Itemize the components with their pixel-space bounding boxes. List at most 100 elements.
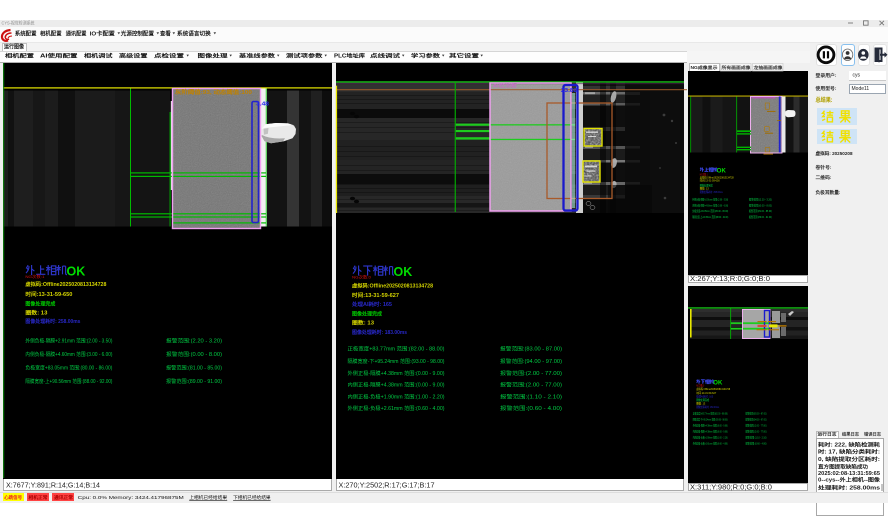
svg-text:外侧正极-隔膜+4.38mm 范围:(0.00 - 9.00: 外侧正极-隔膜+4.38mm 范围:(0.00 - 9.00)	[693, 424, 728, 428]
svg-text:基准线参数: 基准线参数	[238, 52, 277, 59]
svg-text:报警范围:(2.00 - 77.00): 报警范围:(2.00 - 77.00)	[500, 381, 562, 388]
svg-text:图像处理完成: 图像处理完成	[25, 300, 55, 307]
svg-text:虚拟码:Offline2025020813134728: 虚拟码:Offline2025020813134728	[352, 282, 433, 289]
svg-text:报警范围:(81.00 - 85.00): 报警范围:(81.00 - 85.00)	[166, 365, 222, 372]
svg-text:报警范围:(94.00 - 97.00): 报警范围:(94.00 - 97.00)	[746, 418, 767, 422]
svg-text:通讯正常: 通讯正常	[54, 494, 74, 501]
svg-text:报警范围:(2.20 - 3.20): 报警范围:(2.20 - 3.20)	[166, 338, 222, 345]
svg-text:测试项参数: 测试项参数	[286, 52, 324, 59]
svg-text:报警范围:(2.00 - 77.00): 报警范围:(2.00 - 77.00)	[746, 430, 767, 434]
svg-text:内侧正极-负极+1.90mm 范围:(1.00 - 2.20: 内侧正极-负极+1.90mm 范围:(1.00 - 2.20)	[693, 436, 728, 440]
svg-text:NG成像显示: NG成像显示	[691, 64, 719, 71]
svg-text:相机配置: 相机配置	[40, 29, 62, 37]
svg-text:X:311;Y:980;R:0;G:0;B:0: X:311;Y:980;R:0;G:0;B:0	[690, 484, 772, 491]
svg-text:内侧正极-负极+1.90mm 范围:(1.00 - 2.20: 内侧正极-负极+1.90mm 范围:(1.00 - 2.20)	[348, 393, 445, 400]
svg-text:外侧负极-隔膜+2.91mm 范围:(2.00 - 3.50: 外侧负极-隔膜+2.91mm 范围:(2.00 - 3.50)	[692, 198, 728, 202]
svg-text:报警范围:(0.60 - 4.00): 报警范围:(0.60 - 4.00)	[500, 405, 562, 412]
svg-text:图像处理耗时: 183.00ms: 图像处理耗时: 183.00ms	[352, 329, 407, 336]
svg-text:内侧负极-隔膜+4.60mm 范围:(3.00 - 6.00: 内侧负极-隔膜+4.60mm 范围:(3.00 - 6.00)	[25, 351, 112, 358]
svg-text:结果日志: 结果日志	[842, 431, 860, 438]
svg-text:外侧正极-负极+2.61mm 范围:(0.60 - 4.00: 外侧正极-负极+2.61mm 范围:(0.60 - 4.00)	[693, 442, 728, 446]
svg-text:NG次数:0: NG次数:0	[352, 273, 372, 279]
svg-text:二维码:: 二维码:	[816, 174, 832, 181]
svg-text:23.80: 23.80	[561, 88, 577, 94]
svg-text:点线调试: 点线调试	[370, 52, 400, 59]
svg-text:相机配置: 相机配置	[5, 52, 34, 59]
svg-text:报警范围:(0.00 - 8.00): 报警范围:(0.00 - 8.00)	[166, 351, 222, 358]
svg-text:高级设置: 高级设置	[119, 52, 148, 59]
svg-text:OK: OK	[394, 265, 413, 279]
svg-text:cys: cys	[853, 73, 861, 79]
svg-text:报警范围:(1.10 - 2.10): 报警范围:(1.10 - 2.10)	[500, 393, 562, 400]
svg-text:AI检测框: AI检测框	[493, 83, 517, 90]
svg-text:图像处理耗时: 258.00ms: 图像处理耗时: 258.00ms	[25, 318, 80, 325]
svg-text:图像处理: 图像处理	[198, 52, 228, 59]
svg-text:直方图提取缺陷成功: 直方图提取缺陷成功	[818, 464, 868, 471]
svg-text:使用型号:: 使用型号:	[814, 85, 836, 92]
svg-text:CYS-视觉检测系统: CYS-视觉检测系统	[2, 19, 35, 26]
svg-text:报警范围:(89.00 - 91.00): 报警范围:(89.00 - 91.00)	[749, 215, 772, 219]
svg-text:正极宽度+83.77mm 范围:(82.00 - 88.00: 正极宽度+83.77mm 范围:(82.00 - 88.00)	[348, 346, 445, 353]
svg-text:登录用户:: 登录用户:	[814, 72, 836, 79]
svg-text:运行日志: 运行日志	[818, 431, 838, 438]
svg-text:虚拟码:Offline2025020813134728: 虚拟码:Offline2025020813134728	[25, 281, 106, 288]
svg-text:内侧正极-隔膜+4.38mm 范围:(0.00 - 9.00: 内侧正极-隔膜+4.38mm 范围:(0.00 - 9.00)	[348, 381, 445, 388]
svg-text:圈数: 13: 圈数: 13	[352, 320, 374, 327]
svg-text:负极耳数量:: 负极耳数量:	[816, 189, 841, 196]
svg-text:报警范围:(89.00 - 91.00): 报警范围:(89.00 - 91.00)	[166, 378, 222, 385]
svg-text:报警范围:(2.00 - 77.00): 报警范围:(2.00 - 77.00)	[746, 424, 767, 428]
svg-text:点检设置: 点检设置	[154, 52, 184, 59]
svg-text:相机正常: 相机正常	[29, 494, 49, 501]
svg-text:隔膜宽度-下+95.24mm 范围:(93.00 - 98.: 隔膜宽度-下+95.24mm 范围:(93.00 - 98.00)	[693, 418, 728, 422]
svg-text:OK: OK	[67, 265, 86, 279]
svg-text:负极宽度+83.05mm 范围:(80.00 - 86.00: 负极宽度+83.05mm 范围:(80.00 - 86.00)	[25, 365, 112, 372]
svg-text:系统语言切换: 系统语言切换	[177, 29, 211, 37]
svg-text:相机调试: 相机调试	[84, 52, 113, 59]
svg-text:X:267;Y:13;R:0;G:0;B:0: X:267;Y:13;R:0;G:0;B:0	[690, 276, 770, 283]
svg-text:0, 缺陷提取分区耗时:: 0, 缺陷提取分区耗时:	[818, 456, 880, 463]
svg-text:0--cys--外上相机--图像: 0--cys--外上相机--图像	[818, 477, 881, 484]
svg-text:图像处理耗时: 258.00ms: 图像处理耗时: 258.00ms	[700, 190, 723, 194]
svg-text:报警范围:(1.10 - 2.10): 报警范围:(1.10 - 2.10)	[746, 436, 767, 440]
svg-text:卷针号:: 卷针号:	[815, 164, 832, 171]
svg-text:正极宽度+83.77mm 范围:(82.00 - 88.00: 正极宽度+83.77mm 范围:(82.00 - 88.00)	[693, 412, 728, 416]
svg-text:系统配置: 系统配置	[15, 29, 37, 37]
svg-text:图像处理完成: 图像处理完成	[352, 310, 382, 317]
svg-text:光源控制配置: 光源控制配置	[120, 29, 155, 37]
svg-text:心跳信号: 心跳信号	[4, 494, 22, 501]
svg-text:时间:13-31-59-650: 时间:13-31-59-650	[25, 291, 72, 298]
svg-text:Mode11: Mode11	[852, 86, 870, 92]
svg-text:报警范围:(2.00 - 77.00): 报警范围:(2.00 - 77.00)	[500, 370, 562, 377]
svg-text:通讯配置: 通讯配置	[66, 29, 87, 37]
svg-text:学习参数: 学习参数	[411, 52, 441, 59]
svg-text:2025:02:08-13:31:59:65: 2025:02:08-13:31:59:65	[818, 471, 880, 477]
svg-text:查看: 查看	[160, 29, 171, 37]
svg-text:外侧正极-负极+2.61mm 范围:(0.60 - 4.00: 外侧正极-负极+2.61mm 范围:(0.60 - 4.00)	[348, 405, 445, 412]
svg-text:处理AI耗时: 165: 处理AI耗时: 165	[351, 301, 392, 308]
svg-text:报警范围:(94.00 - 97.00): 报警范围:(94.00 - 97.00)	[500, 358, 562, 365]
svg-text:时间:13-31-59-627: 时间:13-31-59-627	[352, 292, 399, 299]
svg-text:PLC地址库: PLC地址库	[334, 52, 365, 59]
svg-text:X:270;Y:2502;R:17;G:17;B:17: X:270;Y:2502;R:17;G:17;B:17	[339, 482, 435, 489]
svg-text:时: 17, 缺陷分类耗时:: 时: 17, 缺陷分类耗时:	[818, 448, 880, 455]
svg-text:处理耗时: 258.00ms: 处理耗时: 258.00ms	[817, 484, 881, 491]
svg-text:3.48: 3.48	[256, 101, 269, 107]
svg-text:OK: OK	[713, 381, 723, 387]
svg-text:报警范围:(81.00 - 85.00): 报警范围:(81.00 - 85.00)	[749, 209, 772, 213]
svg-text:上相机已经给结果: 上相机已经给结果	[189, 494, 227, 501]
svg-text:NG次数:1: NG次数:1	[25, 273, 45, 279]
svg-text:下相机已经给结果: 下相机已经给结果	[233, 494, 271, 501]
svg-text:外侧正极-隔膜+4.38mm 范围:(0.00 - 9.00: 外侧正极-隔膜+4.38mm 范围:(0.00 - 9.00)	[348, 370, 445, 377]
svg-text:虚拟码: 20250208: 虚拟码: 20250208	[816, 150, 853, 157]
svg-text:隔膜宽度-上+90.56mm 范围:(88.00 - 92.: 隔膜宽度-上+90.56mm 范围:(88.00 - 92.00)	[25, 378, 112, 385]
svg-text:隔膜宽度-下+95.24mm 范围:(93.00 - 98.: 隔膜宽度-下+95.24mm 范围:(93.00 - 98.00)	[348, 358, 445, 365]
svg-text:龙抽画面成像: 龙抽画面成像	[754, 64, 784, 71]
svg-text:AI使用配置: AI使用配置	[40, 52, 78, 59]
svg-text:内侧负极-隔膜+4.60mm 范围:(3.00 - 6.00: 内侧负极-隔膜+4.60mm 范围:(3.00 - 6.00)	[692, 203, 728, 207]
svg-text:其它设置: 其它设置	[449, 52, 479, 59]
svg-text:报警范围:(0.00 - 8.00): 报警范围:(0.00 - 8.00)	[749, 203, 772, 207]
svg-text:圈数: 13: 圈数: 13	[25, 310, 47, 317]
svg-text:错误日志: 错误日志	[864, 431, 882, 438]
svg-text:报警范围:(2.20 - 3.20): 报警范围:(2.20 - 3.20)	[749, 198, 772, 202]
svg-text:报警范围:(0.60 - 4.00): 报警范围:(0.60 - 4.00)	[746, 442, 767, 446]
